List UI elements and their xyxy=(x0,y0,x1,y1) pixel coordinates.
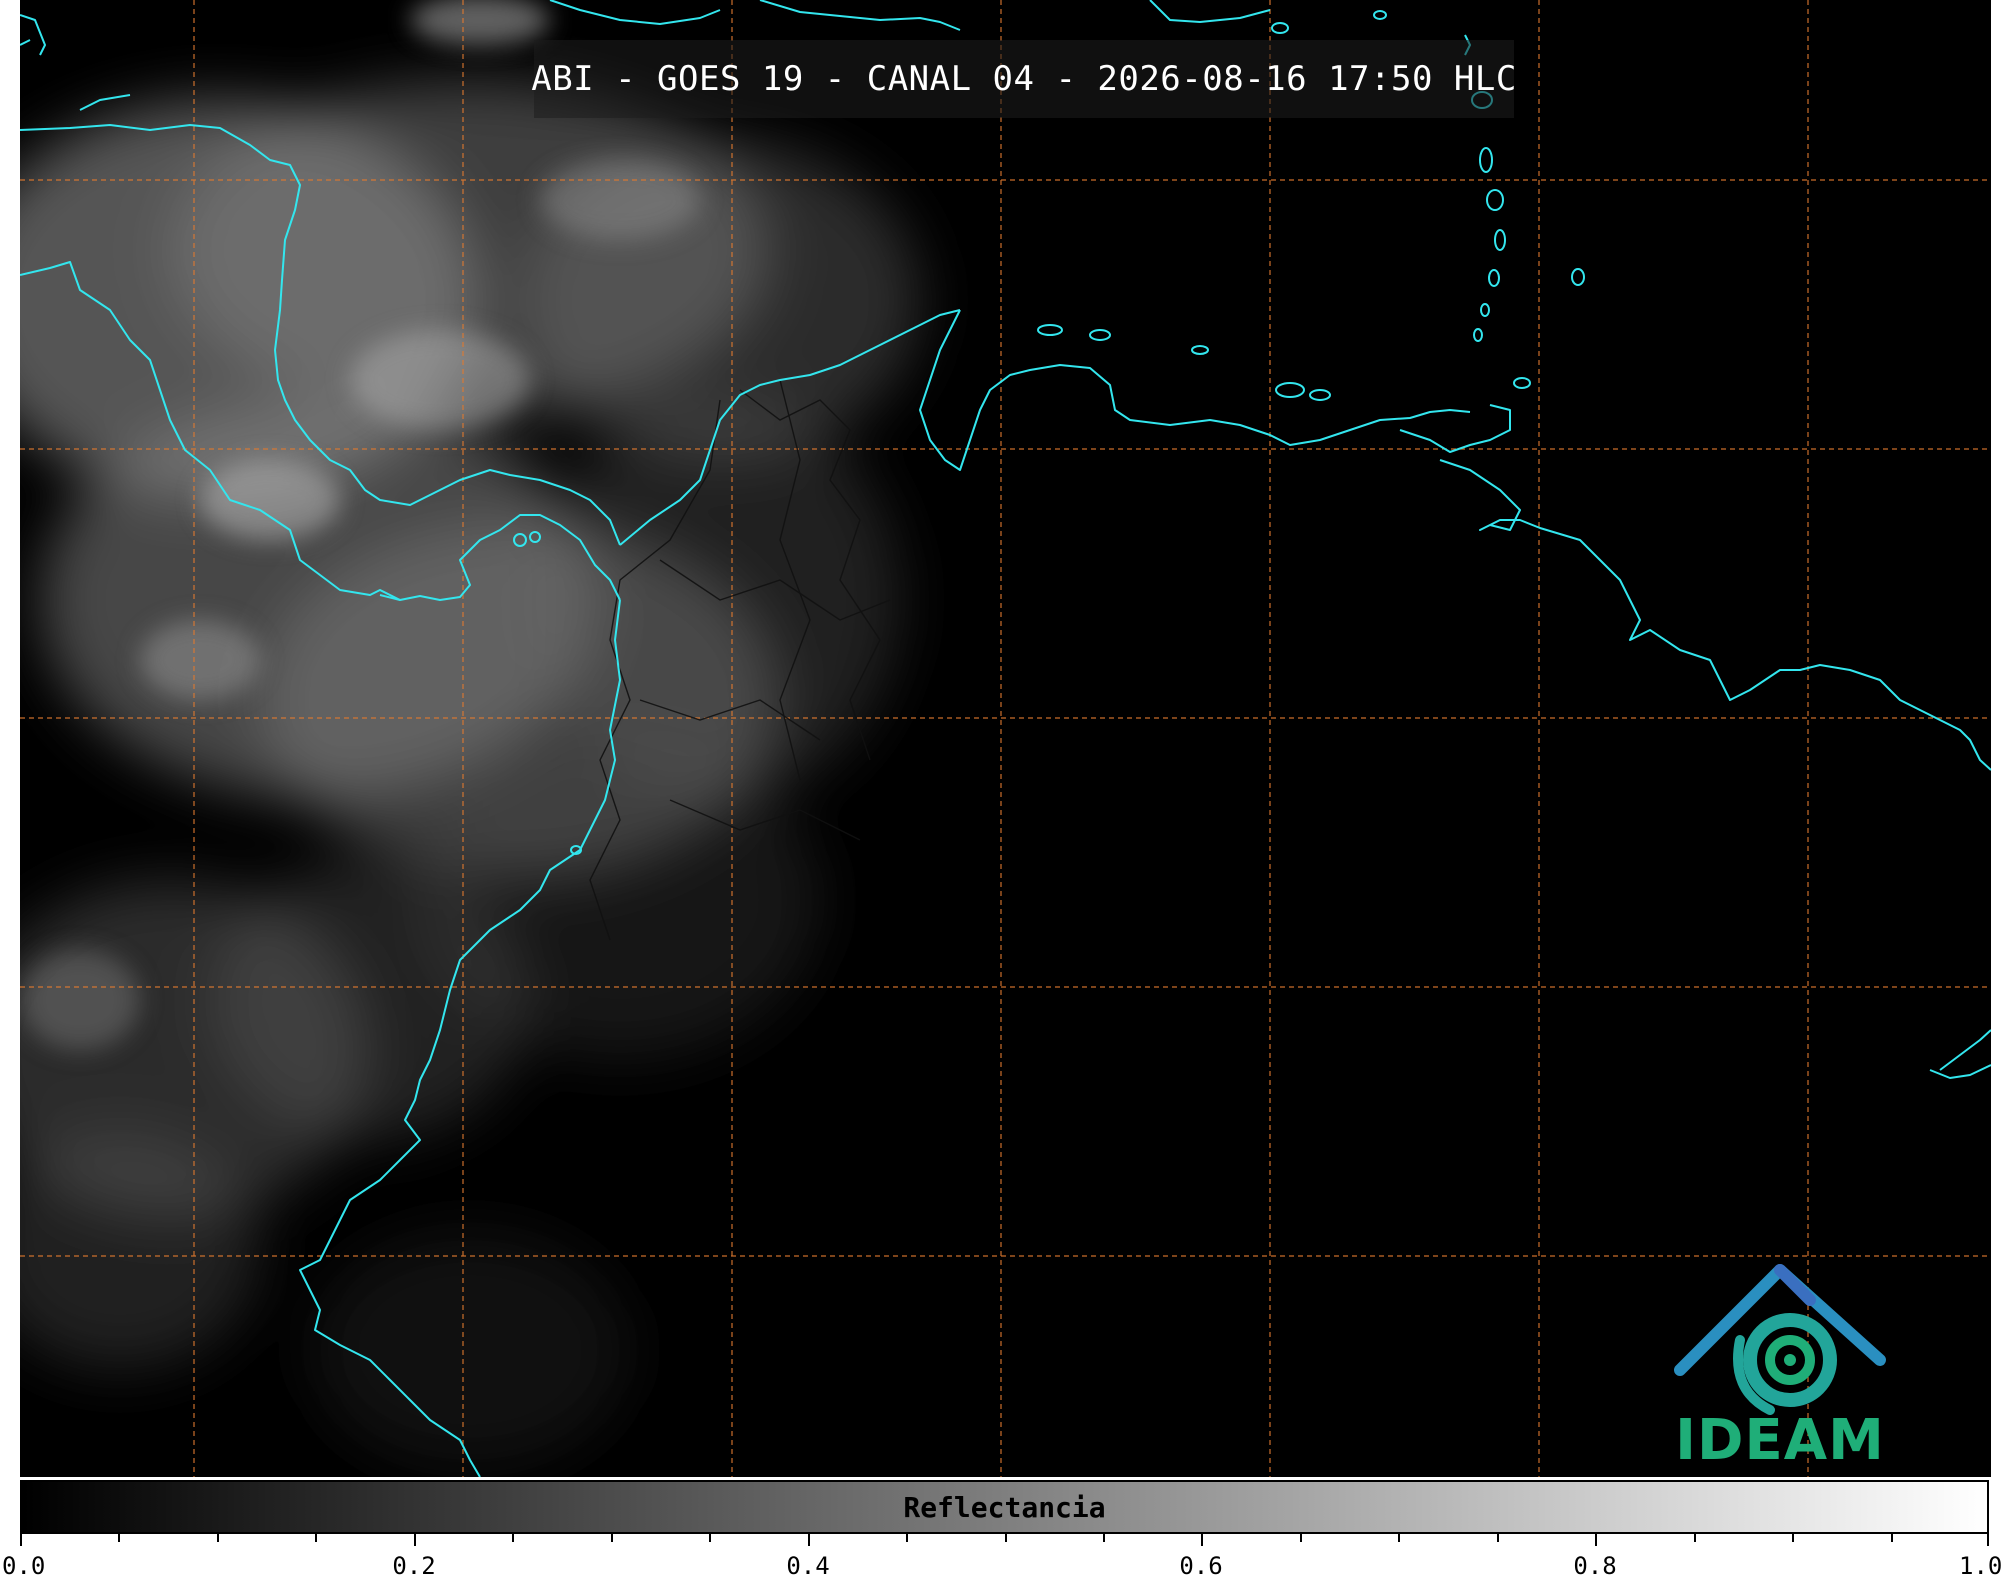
ideam-logo: IDEAM xyxy=(1660,1250,1900,1473)
colorbar-minor-tick xyxy=(611,1534,613,1542)
colorbar-tick-label: 0.8 xyxy=(1573,1552,1617,1580)
colorbar-minor-tick xyxy=(1694,1534,1696,1542)
colorbar-minor-tick xyxy=(1398,1534,1400,1542)
ideam-emblem-icon xyxy=(1674,1264,1886,1415)
colorbar-minor-tick xyxy=(709,1534,711,1542)
colorbar-major-tick xyxy=(1987,1534,1989,1546)
colorbar-minor-tick xyxy=(512,1534,514,1542)
colorbar-minor-tick xyxy=(1497,1534,1499,1542)
colorbar-minor-tick xyxy=(1891,1534,1893,1542)
colorbar-tick-label: 0.0 xyxy=(2,1552,46,1580)
colorbar-label: Reflectancia xyxy=(903,1490,1106,1524)
colorbar-minor-tick xyxy=(1300,1534,1302,1542)
colorbar-minor-tick xyxy=(118,1534,120,1542)
colorbar-tick-label: 1.0 xyxy=(1959,1552,2003,1580)
colorbar-minor-tick xyxy=(217,1534,219,1542)
colorbar-major-tick xyxy=(414,1534,416,1546)
colorbar-tick-label: 0.4 xyxy=(786,1552,830,1580)
colorbar-tick-label: 0.6 xyxy=(1179,1552,1223,1580)
colorbar-major-tick xyxy=(1201,1534,1203,1546)
colorbar-minor-tick xyxy=(906,1534,908,1542)
colorbar: Reflectancia xyxy=(20,1480,1989,1534)
colorbar-minor-tick xyxy=(315,1534,317,1542)
colorbar-major-tick xyxy=(808,1534,810,1546)
colorbar-minor-tick xyxy=(1005,1534,1007,1542)
satellite-map[interactable]: ABI - GOES 19 - CANAL 04 - 2026-08-16 17… xyxy=(20,0,1991,1477)
colorbar-ticks: 0.0 0.2 0.4 0.6 0.8 1.0 xyxy=(2,1534,2002,1580)
colorbar-major-tick xyxy=(1595,1534,1597,1546)
colorbar-minor-tick xyxy=(1103,1534,1105,1542)
colorbar-tick-label: 0.2 xyxy=(392,1552,436,1580)
colorbar-minor-tick xyxy=(1792,1534,1794,1542)
map-title: ABI - GOES 19 - CANAL 04 - 2026-08-16 17… xyxy=(531,40,1516,118)
ideam-logo-text: IDEAM xyxy=(1675,1408,1885,1473)
colorbar-major-tick xyxy=(20,1534,22,1546)
cloud-cover xyxy=(20,80,920,1470)
